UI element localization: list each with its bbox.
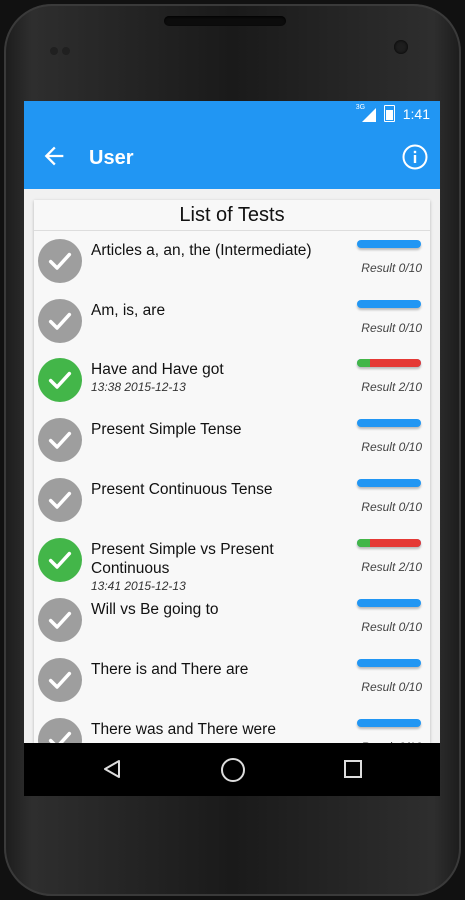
test-result: Result 0/10 xyxy=(361,440,422,454)
score-bar xyxy=(357,659,421,667)
nav-recent-apps-icon[interactable] xyxy=(344,760,362,778)
page-title: User xyxy=(89,147,134,169)
score-bar xyxy=(357,539,421,547)
test-row[interactable]: Will vs Be going to Result 0/10 xyxy=(34,590,430,650)
score-bar xyxy=(357,359,421,367)
status-bar: 3G 1:41 xyxy=(24,101,440,127)
test-result: Result 0/10 xyxy=(361,620,422,634)
score-bar xyxy=(357,479,421,487)
info-icon[interactable] xyxy=(402,144,428,170)
battery-icon xyxy=(383,105,395,122)
test-row[interactable]: Present Simple vs Present Continuous 13:4… xyxy=(34,530,430,593)
test-result: Result 2/10 xyxy=(361,380,422,394)
test-result: Result 0/10 xyxy=(361,261,422,275)
nav-back-icon[interactable] xyxy=(101,758,123,780)
test-result: Result 0/10 xyxy=(361,321,422,335)
score-bar xyxy=(357,300,421,308)
test-result: Result 0/10 xyxy=(361,680,422,694)
check-icon xyxy=(38,598,82,642)
test-name: Articles a, an, the (Intermediate) xyxy=(91,242,312,259)
list-title: List of Tests xyxy=(34,200,430,231)
nav-home-icon[interactable] xyxy=(221,758,245,782)
check-icon xyxy=(38,418,82,462)
test-result: Result 0/10 xyxy=(361,500,422,514)
test-row[interactable]: Articles a, an, the (Intermediate) Result… xyxy=(34,231,430,291)
check-icon xyxy=(38,538,82,582)
test-row[interactable]: Have and Have got 13:38 2015-12-13 Result … xyxy=(34,350,430,410)
test-name: Present Continuous Tense xyxy=(91,481,273,498)
check-icon xyxy=(38,658,82,702)
test-row[interactable]: Present Continuous Tense Result 0/10 xyxy=(34,470,430,530)
nav-bar xyxy=(24,743,440,796)
test-name: Present Simple vs Present Continuous xyxy=(91,541,274,577)
test-row[interactable]: There is and There are Result 0/10 xyxy=(34,650,430,710)
test-row[interactable]: Am, is, are Result 0/10 xyxy=(34,291,430,351)
test-name: Will vs Be going to xyxy=(91,601,219,618)
test-date: 13:38 2015-12-13 xyxy=(91,380,186,394)
test-name: Have and Have got xyxy=(91,361,224,378)
status-time: 1:41 xyxy=(402,105,430,122)
score-bar xyxy=(357,599,421,607)
check-icon xyxy=(38,718,82,743)
score-bar xyxy=(357,719,421,727)
test-name: There was and There were xyxy=(91,721,276,738)
back-arrow-icon[interactable] xyxy=(40,142,68,170)
test-name: Am, is, are xyxy=(91,302,166,319)
front-camera xyxy=(394,40,408,54)
signal-icon: 3G xyxy=(356,104,376,122)
check-icon xyxy=(38,478,82,522)
check-icon xyxy=(38,299,82,343)
check-icon xyxy=(38,358,82,402)
test-row[interactable]: There was and There wereResult 0/10 xyxy=(34,710,430,743)
tests-card: List of Tests Articles a, an, the (Inter… xyxy=(34,200,430,743)
score-bar xyxy=(357,240,421,248)
test-result: Result 2/10 xyxy=(361,560,422,574)
test-name: Present Simple Tense xyxy=(91,421,242,438)
speaker-grille xyxy=(164,16,286,26)
test-row[interactable]: Present Simple Tense Result 0/10 xyxy=(34,410,430,470)
app-bar: User xyxy=(24,127,440,189)
test-name: There is and There are xyxy=(91,661,249,678)
check-icon xyxy=(38,239,82,283)
score-bar xyxy=(357,419,421,427)
sensor-dots xyxy=(50,42,78,55)
